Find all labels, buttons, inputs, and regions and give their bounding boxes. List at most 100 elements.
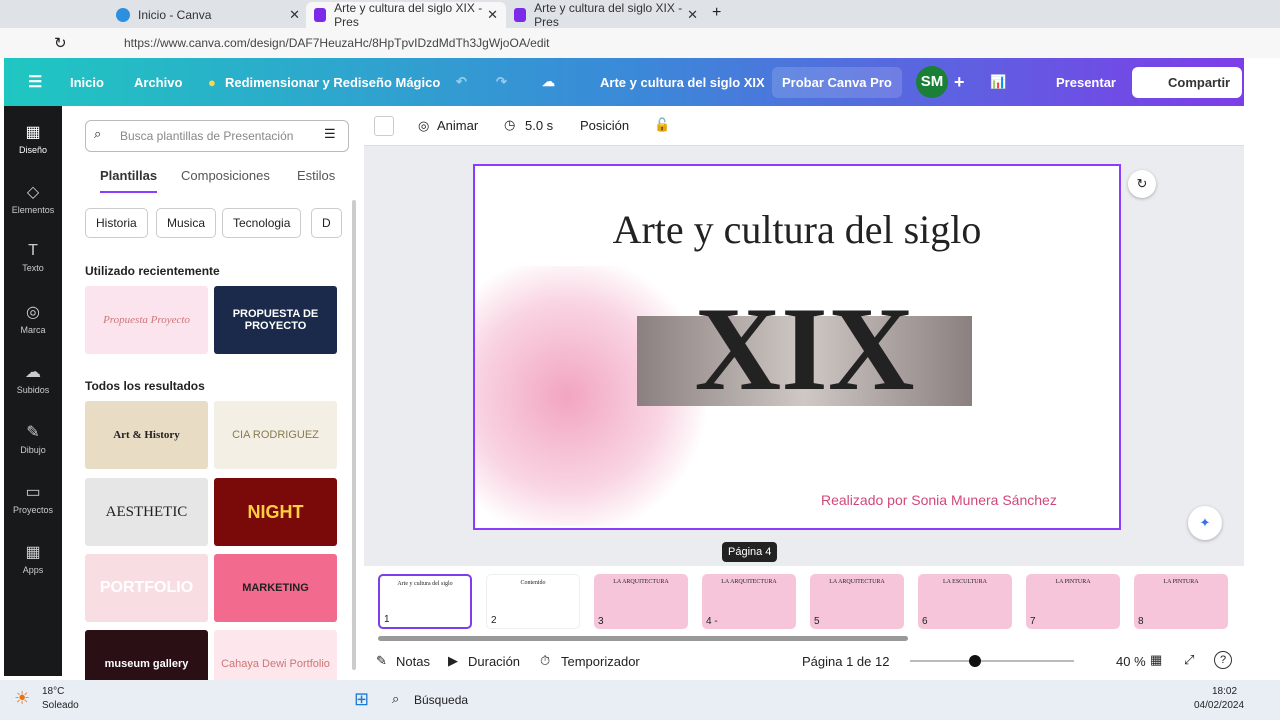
page-thumb-title: LA PINTURA — [1055, 579, 1091, 585]
recent-template[interactable]: Propuesta Proyecto — [85, 286, 208, 354]
search-icon: ⌕ — [392, 691, 400, 706]
template-result[interactable]: AESTHETIC — [85, 478, 208, 546]
panel-scrollbar[interactable] — [352, 200, 356, 670]
zoom-slider-knob[interactable] — [969, 655, 982, 667]
rail-item-texto[interactable]: T Texto — [4, 242, 62, 273]
analytics-icon[interactable]: 📊 — [990, 74, 1006, 90]
template-result[interactable]: NIGHT — [214, 478, 337, 546]
file-menu[interactable]: Archivo — [134, 75, 182, 90]
add-person-icon[interactable]: + — [954, 72, 965, 93]
page-number: 7 — [1030, 616, 1036, 627]
recent-template[interactable]: PROPUESTA DE PROYECTO — [214, 286, 337, 354]
page-number: 4 - — [706, 616, 718, 627]
page-thumbnail[interactable]: Contenido 2 — [486, 574, 580, 629]
fullscreen-icon[interactable]: ⤢ — [1184, 652, 1194, 668]
timer-icon: ⏱ — [540, 653, 551, 668]
rail-item-diseño[interactable]: ▦ Diseño — [4, 122, 62, 155]
chip-musica[interactable]: Musica — [156, 208, 217, 238]
template-search-input[interactable]: Busca plantillas de Presentación — [85, 120, 349, 152]
rail-item-subidos[interactable]: ☁ Subidos — [4, 362, 62, 395]
tab-plantillas[interactable]: Plantillas — [100, 168, 158, 193]
template-result[interactable]: CIA RODRIGUEZ — [214, 401, 337, 469]
rail-item-dibujo[interactable]: ✎ Dibujo — [4, 422, 62, 455]
chip-tecnologia[interactable]: Tecnologia — [222, 208, 302, 238]
rail-label: Marca — [20, 325, 46, 335]
results-heading: Todos los resultados — [85, 379, 205, 393]
lock-icon[interactable]: 🔓 — [654, 117, 670, 133]
page-indicator[interactable]: Página 1 de 12 — [802, 654, 889, 669]
page-thumbnail[interactable]: LA PINTURA 8 — [1134, 574, 1228, 629]
rail-item-proyectos[interactable]: ▭ Proyectos — [4, 482, 62, 515]
template-result[interactable]: PORTFOLIO — [85, 554, 208, 622]
menu-icon[interactable]: ☰ — [28, 72, 42, 92]
url-field[interactable]: https://www.canva.com/design/DAF7HeuzaHc… — [124, 36, 550, 50]
tab-inicio[interactable]: Inicio - Canva ✕ — [108, 2, 308, 28]
zoom-level[interactable]: 40 % — [1116, 654, 1146, 669]
canva-icon — [116, 8, 130, 22]
tab-composiciones[interactable]: Composiciones — [181, 168, 270, 183]
filter-icon[interactable]: ☰ — [324, 126, 336, 142]
avatar[interactable]: SM — [916, 66, 948, 98]
share-button[interactable]: Compartir — [1132, 66, 1243, 98]
color-swatch[interactable] — [374, 116, 394, 136]
weather-text[interactable]: Soleado — [42, 700, 79, 711]
page-number: 1 — [384, 614, 390, 625]
tab-active[interactable]: Arte y cultura del siglo XIX - Pres ✕ — [306, 1, 506, 29]
design-title[interactable]: Arte y cultura del siglo XIX — [600, 75, 765, 90]
rail-icon: ✎ — [26, 424, 40, 441]
magic-resize-button[interactable]: Redimensionar y Rediseño Mágico — [225, 75, 440, 90]
close-icon[interactable]: ✕ — [487, 7, 498, 23]
close-icon[interactable]: ✕ — [687, 7, 698, 23]
slide-xix[interactable]: XIX — [637, 284, 972, 414]
search-icon: ⌕ — [94, 126, 102, 141]
slide-author[interactable]: Realizado por Sonia Munera Sánchez — [821, 492, 1057, 508]
slide-canvas[interactable]: Arte y cultura del siglo XIX Realizado p… — [473, 164, 1121, 530]
position-button[interactable]: Posición — [580, 118, 629, 133]
duration-button[interactable]: 5.0 s — [525, 118, 553, 133]
undo-icon[interactable]: ↶ — [456, 74, 467, 90]
help-icon[interactable]: ? — [1214, 651, 1232, 669]
try-pro-button[interactable]: Probar Canva Pro — [772, 66, 902, 98]
tab-title: Arte y cultura del siglo XIX - Pres — [334, 1, 483, 29]
clock-icon: ◷ — [504, 117, 516, 132]
new-tab-button[interactable]: + — [712, 4, 721, 22]
animate-button[interactable]: Animar — [437, 118, 478, 133]
page-thumbnail[interactable]: LA ARQUITECTURA 5 — [810, 574, 904, 629]
page-thumbnail[interactable]: LA ARQUITECTURA 3 — [594, 574, 688, 629]
address-bar: ↻ https://www.canva.com/design/DAF7Heuza… — [0, 28, 1280, 58]
rail-item-apps[interactable]: ▦ Apps — [4, 542, 62, 575]
magic-assistant-icon[interactable]: ✦ — [1188, 506, 1222, 540]
rail-item-elementos[interactable]: ◇ Elementos — [4, 182, 62, 215]
tab-third[interactable]: Arte y cultura del siglo XIX - Pres ✕ — [506, 1, 706, 29]
windows-start-icon[interactable]: ⊞ — [354, 689, 369, 710]
taskbar-search[interactable]: Búsqueda — [414, 693, 468, 707]
rail-icon: T — [28, 242, 38, 259]
reload-icon[interactable]: ↻ — [54, 34, 67, 52]
chip-historia[interactable]: Historia — [85, 208, 148, 238]
present-button[interactable]: Presentar — [1032, 75, 1116, 90]
chip-more[interactable]: D — [311, 208, 342, 238]
notes-button[interactable]: Notas — [396, 654, 430, 669]
page-thumbnail[interactable]: LA ESCULTURA 6 — [918, 574, 1012, 629]
zoom-slider[interactable] — [910, 655, 1074, 667]
duration-footer-button[interactable]: Duración — [468, 654, 520, 669]
refresh-icon[interactable]: ↻ — [1128, 170, 1156, 198]
rail-item-marca[interactable]: ◎ Marca — [4, 302, 62, 335]
page-thumbnail[interactable]: LA ARQUITECTURA 4 - — [702, 574, 796, 629]
rail-label: Apps — [22, 565, 44, 575]
template-result[interactable]: Art & History — [85, 401, 208, 469]
page-thumbnail[interactable]: LA PINTURA 7 — [1026, 574, 1120, 629]
template-result[interactable]: MARKETING — [214, 554, 337, 622]
strip-scrollbar[interactable] — [378, 636, 908, 641]
temperature[interactable]: 18°C — [42, 686, 64, 697]
slide-title[interactable]: Arte y cultura del siglo — [475, 206, 1119, 253]
grid-view-icon[interactable]: ▦ — [1150, 652, 1162, 668]
rail-icon: ▦ — [25, 124, 41, 141]
page-thumbnail[interactable]: Arte y cultura del siglo 1 — [378, 574, 472, 629]
redo-icon[interactable]: ↷ — [496, 74, 507, 90]
timer-button[interactable]: Temporizador — [561, 654, 640, 669]
tab-estilos[interactable]: Estilos — [297, 168, 335, 183]
clock-date: 04/02/2024 — [1194, 700, 1245, 711]
home-link[interactable]: Inicio — [70, 75, 104, 90]
close-icon[interactable]: ✕ — [289, 7, 300, 23]
